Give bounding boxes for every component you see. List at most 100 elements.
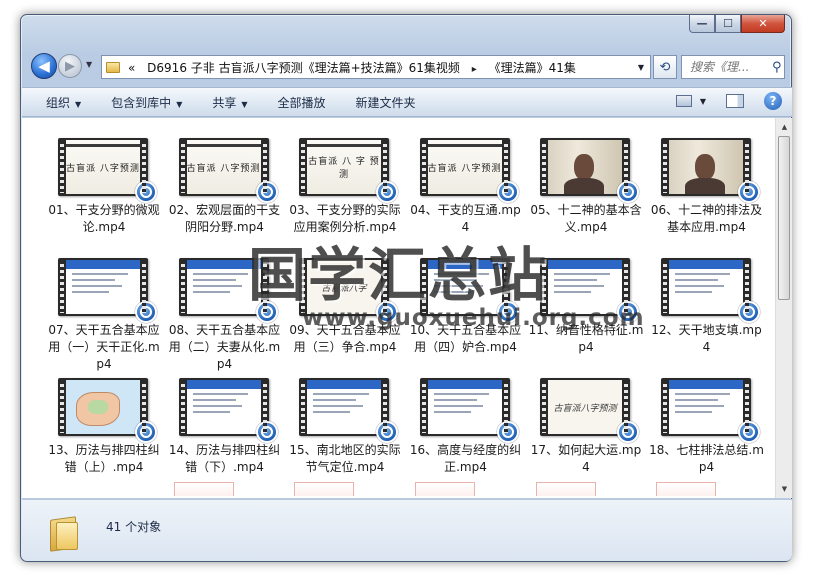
media-player-badge-icon (135, 301, 157, 323)
thumbnail-caption: 古盲派 八字预测 (186, 163, 261, 174)
file-item[interactable]: 古盲派 八字预测 04、干支的互通.mp4 (408, 138, 524, 236)
scrollbar-thumb[interactable] (778, 136, 790, 300)
video-thumbnail[interactable] (660, 258, 760, 323)
breadcrumb-root-chevron[interactable]: « (128, 61, 135, 75)
video-thumbnail[interactable] (419, 378, 519, 443)
partial-file-icon[interactable] (415, 482, 475, 496)
file-item[interactable]: 13、历法与排四柱纠错（上）.mp4 (46, 378, 162, 476)
partial-file-icon[interactable] (656, 482, 716, 496)
search-input[interactable] (690, 60, 768, 74)
address-bar[interactable]: « D6916 子非 古盲派八字预测《理法篇+技法篇》61集视频 ▸ 《理法篇》… (101, 55, 651, 79)
search-box[interactable]: ⚲ (681, 55, 785, 79)
video-frame (548, 140, 622, 194)
file-item[interactable]: 15、南北地区的实际节气定位.mp4 (287, 378, 403, 476)
breadcrumb[interactable]: « D6916 子非 古盲派八字预测《理法篇+技法篇》61集视频 ▸ 《理法篇》… (124, 59, 632, 76)
file-item[interactable]: 14、历法与排四柱纠错（下）.mp4 (167, 378, 283, 476)
video-frame (668, 140, 743, 194)
video-frame (307, 380, 381, 434)
vertical-scrollbar[interactable]: ▲ ▼ (775, 118, 792, 498)
file-item[interactable]: 古盲派 八字预测 01、干支分野的微观论.mp4 (46, 138, 162, 236)
back-arrow-icon[interactable]: ◀ (31, 53, 57, 79)
file-item[interactable]: 18、七柱排法总结.mp4 (649, 378, 765, 476)
video-thumbnail[interactable] (299, 378, 398, 443)
video-thumbnail[interactable]: 古盲派 八字预测 (178, 138, 278, 203)
forward-arrow-icon[interactable]: ▶ (58, 54, 82, 78)
maximize-button[interactable]: ☐ (715, 15, 741, 33)
folder-icon (50, 514, 78, 552)
video-thumbnail[interactable]: 古盲派 八字预测 (58, 138, 157, 203)
refresh-icon[interactable]: ⟲ (653, 55, 677, 79)
media-player-badge-icon (737, 301, 760, 323)
organize-menu-button[interactable]: 组织 ▼ (46, 94, 81, 111)
video-frame (66, 260, 140, 314)
breadcrumb-segment-parent[interactable]: D6916 子非 古盲派八字预测《理法篇+技法篇》61集视频 (147, 61, 460, 75)
organize-label: 组织 (46, 95, 71, 110)
address-history-chevron-down-icon[interactable]: ▼ (632, 63, 650, 72)
view-controls: ▼ ? (675, 92, 782, 110)
media-player-badge-icon (255, 181, 278, 203)
video-frame (66, 380, 140, 434)
video-thumbnail[interactable] (58, 378, 157, 443)
video-thumbnail[interactable] (540, 138, 639, 203)
minimize-button[interactable]: — (689, 15, 715, 33)
media-player-badge-icon (617, 181, 639, 203)
file-name-label: 14、历法与排四柱纠错（下）.mp4 (168, 443, 281, 474)
scroll-down-arrow-icon[interactable]: ▼ (777, 481, 792, 497)
media-player-badge-icon (617, 421, 639, 443)
folder-icon (102, 56, 124, 78)
file-item[interactable]: 12、天干地支填.mp4 (649, 258, 765, 356)
file-item[interactable]: 古盲派 八 字 预测 03、干支分野的实际应用案例分析.mp4 (287, 138, 403, 236)
video-thumbnail[interactable] (660, 378, 760, 443)
video-frame: 古盲派 八 字 预测 (307, 140, 381, 194)
video-frame: 古盲派 八字预测 (66, 140, 140, 194)
include-in-library-menu-button[interactable]: 包含到库中 ▼ (111, 94, 182, 111)
chevron-down-icon: ▼ (75, 99, 82, 109)
share-menu-button[interactable]: 共享 ▼ (212, 94, 247, 111)
file-item[interactable]: 05、十二神的基本含义.mp4 (528, 138, 644, 236)
partial-file-icon[interactable] (174, 482, 234, 496)
video-frame (668, 260, 743, 314)
video-thumbnail[interactable]: 古盲派八字预测 (540, 378, 639, 443)
share-label: 共享 (212, 95, 237, 110)
media-player-badge-icon (737, 181, 760, 203)
file-name-label: 18、七柱排法总结.mp4 (649, 443, 764, 474)
recent-pages-chevron-down-icon[interactable]: ▼ (86, 60, 92, 69)
video-thumbnail[interactable]: 古盲派 八字预测 (419, 138, 519, 203)
media-player-badge-icon (376, 421, 398, 443)
watermark-text: 国学汇总站 (248, 241, 549, 309)
file-name-label: 08、天干五合基本应用（二）夫妻从化.mp4 (168, 323, 281, 371)
media-player-badge-icon (496, 421, 519, 443)
play-all-button[interactable]: 全部播放 (278, 94, 326, 111)
scroll-up-arrow-icon[interactable]: ▲ (777, 119, 792, 135)
close-button[interactable]: ✕ (741, 15, 785, 33)
change-view-icon[interactable] (675, 95, 692, 107)
help-icon[interactable]: ? (764, 92, 782, 110)
media-player-badge-icon (376, 181, 398, 203)
command-bar: 组织 ▼ 包含到库中 ▼ 共享 ▼ 全部播放 新建文件夹 ▼ ? (22, 87, 792, 117)
file-item[interactable]: 古盲派 八字预测 02、宏观层面的干支阴阳分野.mp4 (167, 138, 283, 236)
preview-pane-icon[interactable] (726, 94, 744, 108)
video-thumbnail[interactable] (58, 258, 157, 323)
partial-file-icon[interactable] (294, 482, 354, 496)
file-name-label: 07、天干五合基本应用（一）天干正化.mp4 (48, 323, 160, 371)
video-thumbnail[interactable] (660, 138, 760, 203)
navigation-buttons: ◀ ▶ ▼ (31, 51, 101, 81)
search-icon[interactable]: ⚲ (772, 60, 782, 75)
video-frame (668, 380, 743, 434)
thumbnail-caption: 古盲派 八字预测 (66, 163, 140, 174)
video-thumbnail[interactable]: 古盲派 八 字 预测 (299, 138, 398, 203)
window-controls: — ☐ ✕ (689, 15, 785, 33)
breadcrumb-separator-icon[interactable]: ▸ (464, 64, 485, 75)
new-folder-button[interactable]: 新建文件夹 (356, 94, 416, 111)
breadcrumb-segment-current[interactable]: 《理法篇》41集 (489, 61, 576, 75)
video-thumbnail[interactable] (178, 378, 278, 443)
media-player-badge-icon (496, 181, 519, 203)
view-options-chevron-down-icon[interactable]: ▼ (700, 97, 706, 106)
file-name-label: 16、高度与经度的纠正.mp4 (409, 443, 522, 474)
file-item[interactable]: 古盲派八字预测 17、如何起大运.mp4 (528, 378, 644, 476)
file-item[interactable]: 06、十二神的排法及基本应用.mp4 (649, 138, 765, 236)
file-item[interactable]: 16、高度与经度的纠正.mp4 (408, 378, 524, 476)
partial-file-icon[interactable] (536, 482, 596, 496)
file-item[interactable]: 07、天干五合基本应用（一）天干正化.mp4 (46, 258, 162, 373)
file-name-label: 17、如何起大运.mp4 (530, 443, 642, 474)
